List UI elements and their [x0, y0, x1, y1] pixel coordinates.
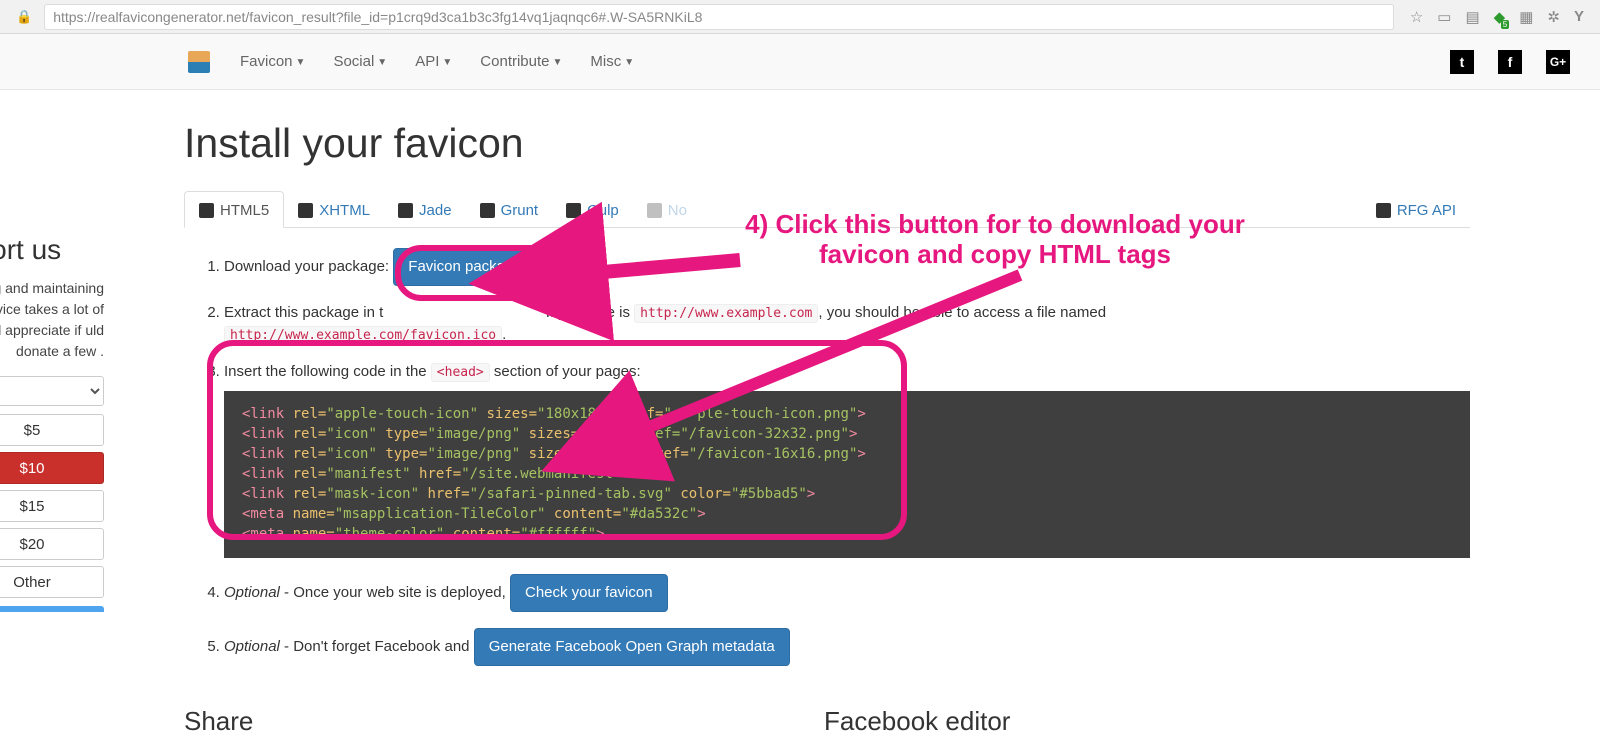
- ext-icon-green[interactable]: ◆5: [1494, 8, 1506, 26]
- site-navbar: Favicon▼ Social▼ API▼ Contribute▼ Misc▼ …: [0, 34, 1600, 90]
- jade-icon: [398, 203, 413, 218]
- tab-gulp[interactable]: Gulp: [552, 191, 633, 227]
- amount-other[interactable]: Other: [0, 566, 104, 598]
- browser-address-bar: 🔒 https://realfavicongenerator.net/favic…: [0, 0, 1600, 34]
- share-heading: Share: [184, 706, 824, 737]
- lock-icon: 🔒: [16, 9, 32, 25]
- ext-icon-1[interactable]: ▭: [1437, 8, 1451, 26]
- page-title: Install your favicon: [184, 120, 1470, 167]
- step-5: Optional - Don't forget Facebook and Gen…: [224, 628, 1470, 666]
- nav-api[interactable]: API▼: [415, 53, 452, 70]
- head-code: <head>: [431, 363, 490, 382]
- tab-html5[interactable]: HTML5: [184, 191, 284, 228]
- browser-toolbar-icons: ☆ ▭ ▤ ◆5 ▦ ✲ Y: [1400, 8, 1594, 26]
- xhtml-icon: [298, 203, 313, 218]
- support-desc: ng and maintaining rvice takes a lot of …: [0, 278, 104, 362]
- amount-5[interactable]: $5: [0, 414, 104, 446]
- tab-icon: [647, 203, 662, 218]
- tab-jade[interactable]: Jade: [384, 191, 466, 227]
- site-logo[interactable]: [188, 51, 210, 73]
- nav-social[interactable]: Social▼: [333, 53, 387, 70]
- ext-icon-2[interactable]: ▤: [1465, 8, 1479, 26]
- tab-grunt[interactable]: Grunt: [466, 191, 553, 227]
- tab-rfg-api[interactable]: RFG API: [1362, 191, 1470, 227]
- nav-favicon[interactable]: Favicon▼: [240, 53, 305, 70]
- grunt-icon: [480, 203, 495, 218]
- google-plus-icon[interactable]: G+: [1546, 50, 1570, 74]
- amount-15[interactable]: $15: [0, 490, 104, 522]
- star-icon[interactable]: ☆: [1410, 8, 1423, 26]
- support-title: pport us: [0, 234, 104, 266]
- tab-xhtml[interactable]: XHTML: [284, 191, 384, 227]
- example-url-2: http://www.example.com/favicon.ico: [224, 326, 502, 345]
- amount-20[interactable]: $20: [0, 528, 104, 560]
- donate-button-top[interactable]: [0, 606, 104, 612]
- support-sidebar: pport us ng and maintaining rvice takes …: [0, 234, 110, 618]
- check-favicon-button[interactable]: Check your favicon: [510, 574, 668, 612]
- fb-editor-heading: Facebook editor: [824, 706, 1010, 737]
- amount-10[interactable]: $10: [0, 452, 104, 484]
- annotation-arrow-2: [600, 255, 1040, 459]
- rfg-icon: [1376, 203, 1391, 218]
- ext-icon-gear[interactable]: ✲: [1547, 8, 1560, 26]
- ext-icon-y[interactable]: Y: [1574, 8, 1584, 25]
- tab-hidden-1[interactable]: No: [633, 191, 701, 227]
- html5-icon: [199, 203, 214, 218]
- twitter-icon[interactable]: t: [1450, 50, 1474, 74]
- favicon-package-button[interactable]: Favicon package: [393, 248, 536, 286]
- facebook-icon[interactable]: f: [1498, 50, 1522, 74]
- nav-misc[interactable]: Misc▼: [590, 53, 634, 70]
- step-4: Optional - Once your web site is deploye…: [224, 574, 1470, 612]
- currency-select[interactable]: USD: [0, 376, 104, 406]
- url-input[interactable]: https://realfavicongenerator.net/favicon…: [44, 4, 1394, 30]
- gulp-icon: [566, 203, 581, 218]
- nav-contribute[interactable]: Contribute▼: [480, 53, 562, 70]
- ext-icon-3[interactable]: ▦: [1519, 8, 1533, 26]
- generate-og-button[interactable]: Generate Facebook Open Graph metadata: [474, 628, 790, 666]
